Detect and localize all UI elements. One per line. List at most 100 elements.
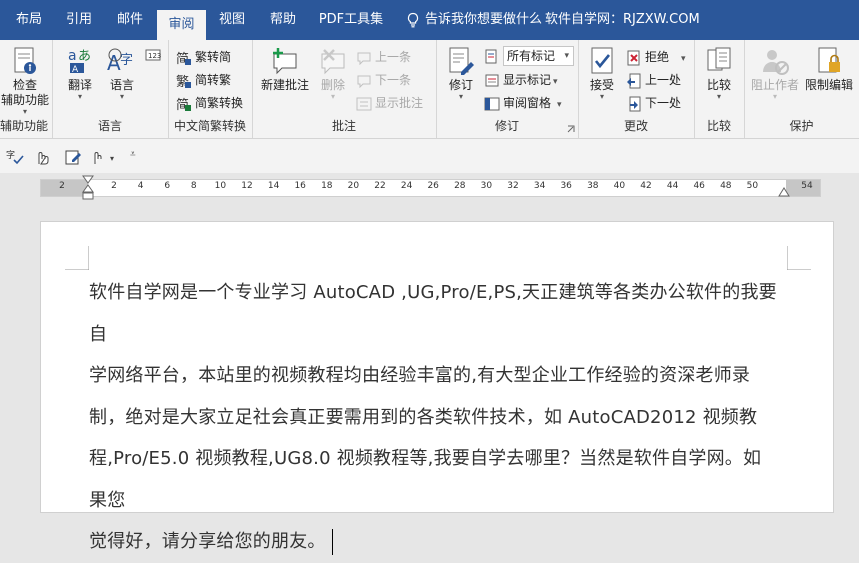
- markup-display-select[interactable]: 所有标记: [484, 46, 575, 66]
- right-indent-marker-icon[interactable]: [778, 185, 790, 197]
- tab-view[interactable]: 视图: [207, 0, 257, 40]
- ruler-number: 14: [267, 181, 280, 191]
- ruler-number: 46: [693, 181, 705, 191]
- new-comment-button[interactable]: 新建批注: [258, 46, 312, 93]
- svg-text:a: a: [68, 48, 77, 64]
- compare-button[interactable]: 比较 ▾: [700, 46, 738, 101]
- ruler-number: 36: [560, 181, 572, 191]
- ruler-number: 26: [427, 181, 439, 191]
- quick-access-toolbar: 字 ▾ ⩡: [0, 139, 859, 173]
- next-change-icon: [629, 96, 641, 111]
- indent-marker-icon[interactable]: [82, 175, 94, 203]
- ruler-number: 44: [666, 181, 679, 191]
- touch-mode-icon[interactable]: [34, 148, 52, 166]
- tab-review[interactable]: 审阅: [157, 10, 206, 40]
- paragraph-line: 程,Pro/E5.0 视频教程,UG8.0 视频教程等,我要自学去哪里？当然是软…: [89, 448, 762, 511]
- language-icon: A 字: [107, 48, 133, 75]
- show-comments-label: 显示批注: [375, 96, 424, 110]
- next-comment-button[interactable]: 下一条: [356, 70, 411, 90]
- edit-document-icon[interactable]: [64, 148, 82, 166]
- restrict-editing-button[interactable]: 限制编辑: [802, 46, 856, 93]
- ruler-number: 18: [321, 181, 333, 191]
- site-label: 软件自学网：RJZXW.COM: [545, 12, 700, 27]
- group-protect: 阻止作者 ▾ 限制编辑 保护: [744, 40, 859, 138]
- accept-button[interactable]: 接受 ▾: [584, 46, 620, 101]
- margin-corner-top-right: [787, 246, 811, 270]
- markup-dropdown-value[interactable]: 所有标记: [503, 46, 575, 66]
- ruler-number: 32: [507, 181, 519, 191]
- accept-icon: [591, 47, 613, 74]
- text-cursor: [331, 529, 333, 555]
- chinese-conversion-button[interactable]: 简简繁转换: [176, 93, 243, 113]
- group-label-tracking: 修订: [494, 119, 519, 133]
- traditional-to-simplified-button[interactable]: 简繁转简: [176, 47, 231, 67]
- simplified-to-traditional-button[interactable]: 繁简转繁: [176, 70, 231, 90]
- svg-text:字: 字: [6, 149, 15, 161]
- margin-corner-top-left: [65, 246, 89, 270]
- tab-help[interactable]: 帮助: [257, 0, 309, 40]
- ruler-number: 10: [214, 181, 227, 191]
- ruler-number: 30: [480, 181, 493, 191]
- group-comments: 新建批注 删除 ▾ 上一条 下一条 显示批注 批注: [252, 40, 437, 138]
- ruler-number: 6: [164, 181, 171, 191]
- prev-comment-label: 上一条: [375, 50, 412, 64]
- word-count-icon[interactable]: 123: [145, 48, 161, 62]
- ruler-number: 20: [347, 181, 360, 191]
- chevron-down-icon: ▾: [772, 92, 777, 101]
- previous-change-button[interactable]: 上一处: [626, 70, 681, 90]
- svg-text:▾: ▾: [110, 154, 114, 163]
- customize-toolbar-icon[interactable]: ⩡: [130, 149, 136, 160]
- compare-icon: [707, 47, 731, 71]
- ruler-number: 24: [400, 181, 413, 191]
- markup-display-icon: [485, 49, 497, 63]
- tab-pdf-tools[interactable]: PDF工具集: [312, 0, 390, 40]
- group-label-comments: 批注: [331, 119, 356, 133]
- svg-text:123: 123: [148, 52, 161, 60]
- translate-icon: a あ A: [68, 48, 91, 75]
- reject-button[interactable]: 拒绝 ▾: [626, 47, 686, 67]
- chevron-down-icon: ▾: [330, 92, 335, 101]
- tell-me-text: 告诉我你想要做什么: [425, 12, 543, 27]
- ruler-number: 2: [111, 181, 117, 191]
- ruler-number: 4: [137, 181, 144, 191]
- show-comments-button[interactable]: 显示批注: [356, 93, 423, 113]
- block-authors-button[interactable]: 阻止作者 ▾: [748, 46, 802, 101]
- track-changes-button[interactable]: 修订 ▾: [444, 46, 478, 101]
- previous-comment-button[interactable]: 上一条: [356, 47, 411, 67]
- reviewing-pane-button[interactable]: 审阅窗格 ▾: [484, 93, 562, 113]
- delete-comment-button[interactable]: 删除 ▾: [314, 46, 352, 101]
- show-markup-label: 显示标记: [503, 73, 552, 87]
- ruler-number: 38: [587, 181, 599, 191]
- paragraph-line: 软件自学网是一个专业学习 AutoCAD ,UG,Pro/E,PS,天正建筑等各…: [89, 282, 777, 345]
- spelling-check-icon[interactable]: 字: [6, 148, 24, 166]
- show-markup-button[interactable]: 显示标记 ▾: [484, 70, 558, 90]
- ruler-number: 40: [613, 181, 626, 191]
- ruler-number: 12: [241, 181, 253, 191]
- chevron-down-icon: ▾: [681, 54, 686, 64]
- group-label-changes: 更改: [623, 119, 648, 133]
- horizontal-ruler[interactable]: 2 54 2 4 6 8 10 12 14 16 18 20 22 24 26 28 30 32 34 36 38 4…: [40, 179, 821, 197]
- tell-me-box[interactable]: 告诉我你想要做什么: [405, 0, 542, 40]
- ruler-left-label: 2: [59, 181, 65, 191]
- touch-mouse-mode-icon[interactable]: ▾: [90, 148, 118, 166]
- chevron-down-icon: ▾: [599, 92, 604, 101]
- tab-layout[interactable]: 布局: [4, 0, 54, 40]
- next-comment-label: 下一条: [375, 73, 412, 87]
- document-body[interactable]: 软件自学网是一个专业学习 AutoCAD ,UG,Pro/E,PS,天正建筑等各…: [89, 272, 779, 563]
- check-accessibility-line1: 检查: [12, 78, 37, 92]
- block-authors-label: 阻止作者: [750, 78, 799, 92]
- delete-comment-label: 删除: [320, 78, 345, 92]
- chevron-down-icon: ▾: [119, 92, 124, 101]
- check-accessibility-button[interactable]: 检查 辅助功能 ▾: [0, 46, 50, 116]
- restrict-editing-label: 限制编辑: [804, 78, 853, 92]
- group-language: a あ A 翻译 ▾ A 字 语言 ▾ 123 语言: [52, 40, 169, 138]
- translate-button[interactable]: a あ A 翻译 ▾: [60, 46, 100, 101]
- next-change-button[interactable]: 下一处: [626, 93, 681, 113]
- new-comment-label: 新建批注: [260, 78, 309, 92]
- delete-comment-icon: [321, 49, 345, 75]
- language-button[interactable]: A 字 语言 ▾: [102, 46, 142, 101]
- tab-mailings[interactable]: 邮件: [104, 0, 156, 40]
- chevron-down-icon: ▾: [553, 77, 558, 87]
- tab-references[interactable]: 引用: [54, 0, 104, 40]
- document-page[interactable]: 软件自学网是一个专业学习 AutoCAD ,UG,Pro/E,PS,天正建筑等各…: [40, 221, 834, 555]
